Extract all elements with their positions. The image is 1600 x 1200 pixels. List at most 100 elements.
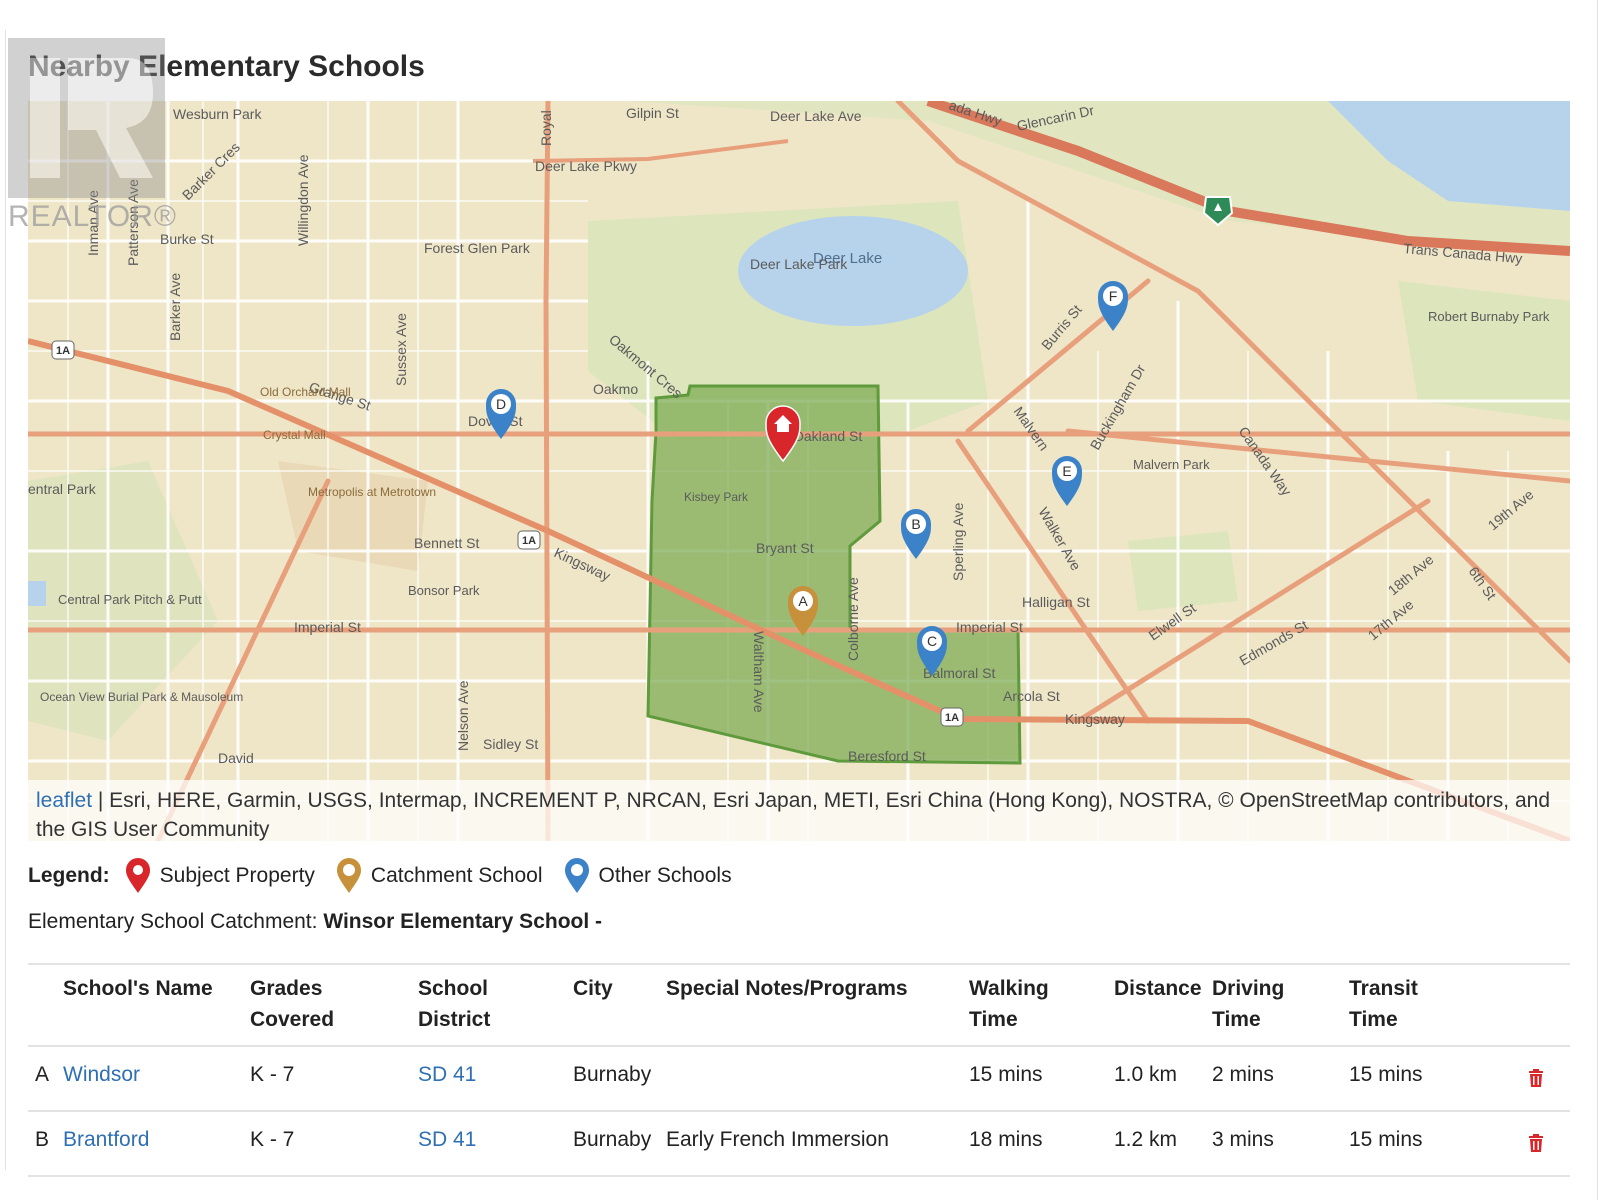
map-label-oakland-st: Oakland St — [793, 428, 862, 444]
school-marker-b-letter: B — [911, 516, 920, 532]
school-marker-f-letter: F — [1109, 288, 1118, 304]
map-label-colborne-ave: Colborne Ave — [845, 577, 861, 661]
map-label-robert-burnaby-park: Robert Burnaby Park — [1428, 309, 1550, 324]
map-label-central-park-pitch: Central Park Pitch & Putt — [58, 592, 202, 607]
map-label-kisbey-park: Kisbey Park — [684, 490, 749, 504]
map-label-bonsor-park: Bonsor Park — [408, 583, 480, 598]
catchment-school-name: Winsor Elementary School - — [323, 910, 603, 933]
map-label-old-orchard-mall: Old Orchard Mall — [260, 385, 351, 399]
row-grades: K - 7 — [250, 1128, 295, 1151]
school-name-link[interactable]: Windsor — [63, 1059, 140, 1090]
map-label-deer-lake-pkwy: Deer Lake Pkwy — [535, 158, 637, 174]
trash-icon[interactable] — [1528, 1134, 1544, 1152]
row-city: Burnaby — [573, 1128, 652, 1151]
realtor-watermark-text: REALTOR® — [8, 200, 178, 233]
row-city: Burnaby — [573, 1063, 652, 1086]
school-marker-d-letter: D — [496, 396, 506, 412]
map-label-imperial-st-east: Imperial St — [956, 619, 1023, 635]
route-shield-1a-west: 1A — [56, 345, 70, 357]
map-label-waltham-ave: Waltham Ave — [751, 631, 767, 713]
leaflet-link[interactable]: leaflet — [36, 789, 92, 812]
map-label-imperial-st-west: Imperial St — [294, 619, 361, 635]
row-distance: 1.0 km — [1114, 1063, 1178, 1086]
header-city: City — [573, 977, 613, 1000]
map-label-arcola-st: Arcola St — [1003, 688, 1060, 704]
map-label-ocean-view: Ocean View Burial Park & Mausoleum — [40, 690, 243, 704]
map-label-sussex-ave: Sussex Ave — [393, 313, 409, 386]
table-row: B Brantford K - 7 SD 41 Burnaby Early Fr… — [28, 1112, 1570, 1177]
map-label-crystal-mall: Crystal Mall — [263, 428, 326, 442]
legend-catchment-school-label: Catchment School — [370, 864, 543, 887]
map-label-willingdon-ave: Willingdon Ave — [295, 154, 311, 246]
table-header: School's Name Grades Covered School Distri… — [28, 965, 1570, 1047]
school-map[interactable]: Wesburn Park Gilpin St Royal Deer Lake A… — [28, 101, 1570, 841]
map-label-sidley-st: Sidley St — [483, 736, 538, 752]
map-label-oakmont: Oakmo — [593, 381, 638, 397]
row-letter: B — [35, 1128, 50, 1151]
legend-subject-property-label: Subject Property — [159, 864, 315, 887]
header-notes: Special Notes/Programs — [666, 977, 908, 1000]
row-walking: 15 mins — [969, 1063, 1043, 1086]
map-label-halligan-st: Halligan St — [1022, 594, 1090, 610]
legend-other-schools-label: Other Schools — [598, 864, 732, 887]
map-label-royal: Royal — [538, 110, 554, 146]
legend-other-schools: Other Schools — [564, 858, 732, 894]
map-label-bennett-st: Bennett St — [414, 535, 479, 551]
header-transit: Transit Time — [1349, 977, 1418, 1031]
header-school-name: School's Name — [63, 977, 213, 1000]
header-driving: Driving Time — [1212, 977, 1285, 1031]
map-label-kingsway-east: Kingsway — [1065, 711, 1125, 727]
map-label-deer-lake-ave: Deer Lake Ave — [770, 108, 862, 124]
map-label-wesburn-park: Wesburn Park — [173, 106, 262, 122]
map-label-sperling-ave: Sperling Ave — [950, 502, 966, 581]
route-shield-1a-east: 1A — [945, 712, 959, 724]
map-attribution: leaflet | Esri, HERE, Garmin, USGS, Inte… — [28, 780, 1570, 842]
blue-pin-icon — [564, 858, 589, 893]
route-shield-1a-center: 1A — [522, 535, 536, 547]
legend-subject-property: Subject Property — [125, 858, 315, 894]
header-grades: Grades Covered — [250, 977, 335, 1031]
legend-catchment-school: Catchment School — [336, 858, 543, 894]
school-marker-e-letter: E — [1062, 463, 1071, 479]
orange-pin-icon — [336, 858, 361, 893]
map-label-deer-lake-park: Deer Lake Park — [750, 256, 848, 272]
header-district: School District — [418, 977, 491, 1031]
map-label-forest-glen-park: Forest Glen Park — [424, 240, 531, 256]
map-label-barker-ave: Barker Ave — [167, 273, 183, 341]
row-driving: 2 mins — [1212, 1063, 1274, 1086]
map-label-malvern-park: Malvern Park — [1133, 457, 1210, 472]
row-walking: 18 mins — [969, 1128, 1043, 1151]
legend-label: Legend: — [28, 864, 110, 887]
school-marker-a-letter: A — [798, 593, 808, 609]
header-distance: Distance — [1114, 977, 1202, 1000]
school-district-link[interactable]: SD 41 — [418, 1124, 476, 1155]
row-letter: A — [35, 1063, 50, 1086]
catchment-label: Elementary School Catchment: — [28, 910, 318, 933]
map-label-central-park: entral Park — [28, 481, 97, 497]
map-label-bryant-st: Bryant St — [756, 540, 814, 556]
school-marker-c-letter: C — [927, 633, 937, 649]
map-label-david: David — [218, 750, 254, 766]
map-label-metropolis: Metropolis at Metrotown — [308, 485, 436, 499]
map-label-beresford-st: Beresford St — [848, 748, 926, 764]
row-transit: 15 mins — [1349, 1063, 1423, 1086]
red-pin-icon — [125, 858, 150, 893]
frame-right-border — [1597, 0, 1598, 1200]
row-distance: 1.2 km — [1114, 1128, 1178, 1151]
header-walking: Walking Time — [969, 977, 1049, 1031]
frame-left-border — [5, 30, 6, 1170]
map-label-gilpin-st: Gilpin St — [626, 105, 679, 121]
school-district-link[interactable]: SD 41 — [418, 1059, 476, 1090]
trash-icon[interactable] — [1528, 1069, 1544, 1087]
catchment-info: Elementary School Catchment: Winsor Elem… — [28, 910, 602, 934]
row-grades: K - 7 — [250, 1063, 295, 1086]
attribution-text: | Esri, HERE, Garmin, USGS, Intermap, IN… — [36, 789, 1550, 841]
map-legend: Legend: Subject Property Catchment Schoo… — [28, 858, 754, 894]
table-row: A Windsor K - 7 SD 41 Burnaby 15 mins 1.… — [28, 1047, 1570, 1112]
map-label-nelson-ave: Nelson Ave — [455, 680, 471, 751]
row-transit: 15 mins — [1349, 1128, 1423, 1151]
page-title: Nearby Elementary Schools — [28, 50, 425, 83]
school-name-link[interactable]: Brantford — [63, 1124, 149, 1155]
schools-table: School's Name Grades Covered School Distri… — [28, 963, 1570, 1177]
row-notes: Early French Immersion — [666, 1128, 889, 1151]
